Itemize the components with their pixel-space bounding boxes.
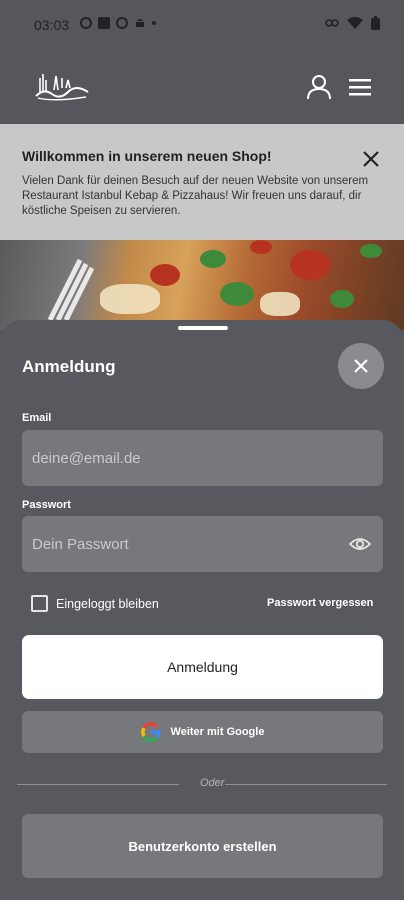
basil-leaf xyxy=(330,290,354,308)
divider-text: Oder xyxy=(200,777,225,789)
close-icon xyxy=(354,359,368,373)
hero-image xyxy=(0,240,404,330)
status-time: 03:03 xyxy=(34,17,70,33)
register-button-label: Benutzerkonto erstellen xyxy=(128,838,277,854)
dot-icon xyxy=(152,21,156,25)
battery-icon xyxy=(371,16,380,30)
divider-line-left xyxy=(17,784,179,785)
login-button[interactable]: Anmeldung xyxy=(22,635,383,699)
remember-label: Eingeloggt bleiben xyxy=(56,596,159,611)
app-icon xyxy=(80,17,92,29)
basil-leaf xyxy=(360,244,382,258)
banner-title: Willkommen in unserem neuen Shop! xyxy=(22,148,272,164)
restaurant-logo[interactable] xyxy=(34,70,90,102)
google-login-button[interactable]: Weiter mit Google xyxy=(22,711,383,753)
tomato xyxy=(290,250,330,280)
status-bar: 03:03 xyxy=(0,0,404,50)
sheet-title: Anmeldung xyxy=(22,357,116,376)
tomato xyxy=(150,264,180,286)
email-field[interactable] xyxy=(32,430,332,486)
sheet-handle[interactable] xyxy=(178,326,228,330)
divider: Oder xyxy=(17,777,387,789)
status-icons-left xyxy=(80,17,156,29)
mozzarella xyxy=(260,292,300,316)
status-icons-right xyxy=(325,16,380,30)
square-icon xyxy=(98,17,110,29)
login-sheet: Anmeldung Email Passwort Eingeloggt blei… xyxy=(0,320,404,900)
google-icon xyxy=(140,722,161,742)
fork-icon xyxy=(47,258,95,320)
banner-text: Vielen Dank für deinen Besuch auf der ne… xyxy=(22,175,369,217)
sync-icon xyxy=(116,17,128,29)
password-field-box xyxy=(22,516,383,572)
email-field-box xyxy=(22,430,383,486)
register-button[interactable]: Benutzerkonto erstellen xyxy=(22,814,383,878)
remember-checkbox[interactable] xyxy=(31,595,48,612)
welcome-banner: Willkommen in unserem neuen Shop! Vielen… xyxy=(0,124,404,240)
close-button[interactable] xyxy=(338,343,384,389)
remember-me[interactable]: Eingeloggt bleiben xyxy=(31,595,159,612)
menu-icon[interactable] xyxy=(349,78,373,96)
email-label: Email xyxy=(22,412,52,424)
password-field[interactable] xyxy=(32,516,332,572)
basil-leaf xyxy=(220,282,254,306)
login-button-label: Anmeldung xyxy=(167,659,238,675)
android-icon xyxy=(136,19,144,27)
google-button-label: Weiter mit Google xyxy=(170,726,265,738)
forgot-password-link[interactable]: Passwort vergessen xyxy=(267,597,373,609)
mozzarella xyxy=(100,284,160,314)
divider-line-right xyxy=(225,784,387,785)
wifi-icon xyxy=(347,17,363,29)
link-icon xyxy=(325,19,339,27)
app-header xyxy=(0,50,404,124)
user-icon[interactable] xyxy=(306,74,332,100)
basil-leaf xyxy=(200,250,226,268)
password-label: Passwort xyxy=(22,499,71,511)
eye-icon[interactable] xyxy=(349,534,371,554)
close-icon[interactable] xyxy=(360,148,382,170)
tomato xyxy=(250,240,272,254)
